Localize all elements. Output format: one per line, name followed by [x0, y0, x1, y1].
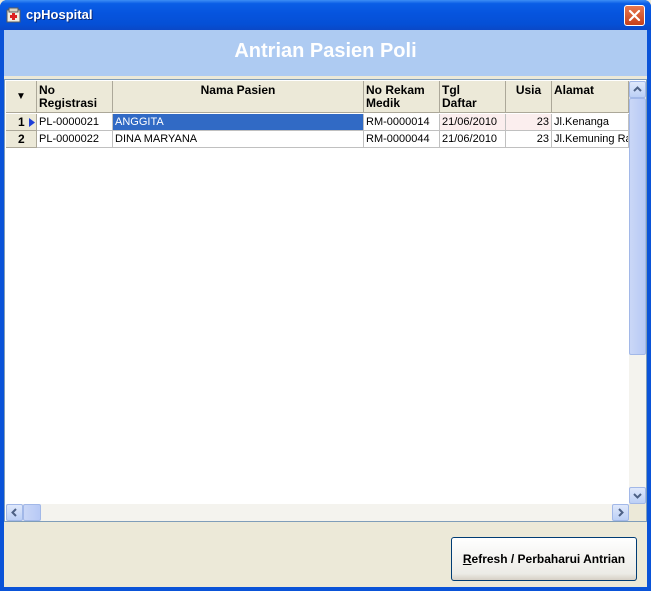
chevron-right-icon — [618, 508, 624, 517]
row-header[interactable]: 1 — [6, 114, 37, 131]
chevron-down-icon — [633, 493, 642, 499]
vertical-scroll-thumb[interactable] — [629, 98, 646, 355]
refresh-label: efresh / Perbaharui Antrian — [471, 552, 626, 566]
col-header-line: Daftar — [442, 96, 477, 110]
header-band: Antrian Pasien Poli — [4, 30, 647, 76]
cell-no-registrasi[interactable]: PL-0000022 — [37, 131, 113, 148]
current-row-pointer-icon — [29, 118, 35, 127]
app-window: cpHospital Antrian Pasien Poli ▼ No Regi… — [0, 0, 651, 591]
cell-no-registrasi[interactable]: PL-0000021 — [37, 114, 113, 131]
table-row[interactable]: 1 PL-0000021 ANGGITA RM-0000014 21/06/20… — [5, 114, 629, 131]
scroll-right-button[interactable] — [612, 504, 629, 521]
row-header[interactable]: 2 — [6, 131, 37, 148]
cell-nama-pasien[interactable]: DINA MARYANA — [113, 131, 364, 148]
row-number: 1 — [18, 115, 25, 129]
col-header-alamat[interactable]: Alamat — [552, 81, 629, 113]
horizontal-scroll-thumb[interactable] — [23, 504, 41, 521]
cell-no-rekam-medik[interactable]: RM-0000014 — [364, 114, 440, 131]
table-row[interactable]: 2 PL-0000022 DINA MARYANA RM-0000044 21/… — [5, 131, 629, 148]
chevron-left-icon — [11, 508, 17, 517]
horizontal-scrollbar[interactable] — [6, 504, 629, 521]
row-number: 2 — [18, 132, 25, 146]
vertical-scrollbar[interactable] — [629, 81, 646, 504]
client-area: Antrian Pasien Poli ▼ No Registrasi Nama… — [4, 30, 647, 587]
hospital-app-icon — [6, 7, 21, 23]
page-title: Antrian Pasien Poli — [234, 40, 417, 62]
cell-usia[interactable]: 23 — [506, 131, 552, 148]
col-header-no-rekam-medik[interactable]: No Rekam Medik — [364, 81, 440, 113]
scrollbar-corner — [629, 504, 646, 521]
cell-tgl-daftar[interactable]: 21/06/2010 — [440, 131, 506, 148]
refresh-queue-button[interactable]: Refresh / Perbaharui Antrian — [451, 537, 637, 581]
close-button[interactable] — [624, 5, 645, 26]
col-header-tgl-daftar[interactable]: Tgl Daftar — [440, 81, 506, 113]
title-bar[interactable]: cpHospital — [0, 0, 651, 30]
col-header-usia[interactable]: Usia — [506, 81, 552, 113]
chevron-up-icon — [633, 86, 642, 92]
cell-usia[interactable]: 23 — [506, 114, 552, 131]
col-header-no-registrasi[interactable]: No Registrasi — [37, 81, 113, 113]
cell-tgl-daftar[interactable]: 21/06/2010 — [440, 114, 506, 131]
col-header-nama-pasien[interactable]: Nama Pasien — [113, 81, 364, 113]
cell-alamat[interactable]: Jl.Kenanga — [552, 114, 629, 131]
scroll-left-button[interactable] — [6, 504, 23, 521]
scroll-up-button[interactable] — [629, 81, 646, 98]
window-title: cpHospital — [26, 7, 93, 22]
col-header-line: Registrasi — [39, 96, 98, 110]
sort-indicator[interactable]: ▼ — [6, 81, 37, 113]
refresh-accelerator: R — [462, 552, 472, 566]
cell-no-rekam-medik[interactable]: RM-0000044 — [364, 131, 440, 148]
close-icon — [628, 9, 641, 22]
col-header-line: Medik — [366, 96, 401, 110]
cell-alamat[interactable]: Jl.Kemuning Ra — [552, 131, 629, 148]
scroll-down-button[interactable] — [629, 487, 646, 504]
cell-nama-pasien[interactable]: ANGGITA — [113, 114, 364, 131]
queue-grid[interactable]: ▼ No Registrasi Nama Pasien No Rekam Med… — [4, 79, 647, 522]
